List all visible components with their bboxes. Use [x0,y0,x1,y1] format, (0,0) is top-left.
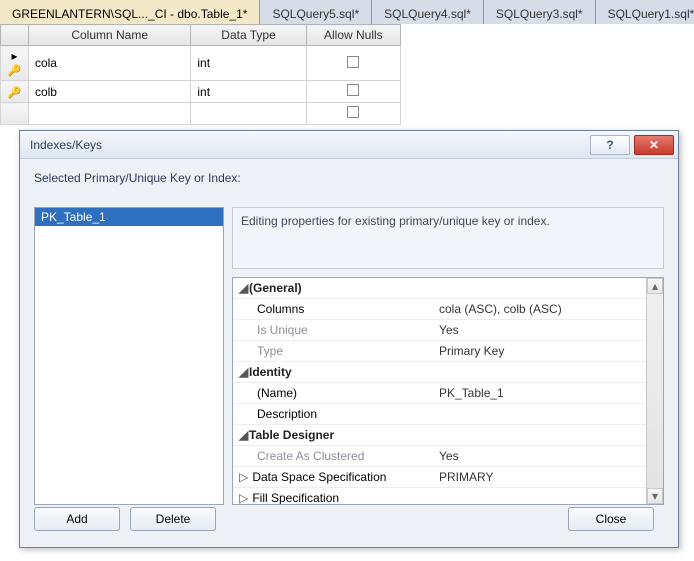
prop-type[interactable]: TypePrimary Key [233,341,646,362]
cell-allow-nulls[interactable] [306,81,400,103]
category-general[interactable]: ◢(General) [233,278,646,299]
tab-sqlquery5[interactable]: SQLQuery5.sql* [260,0,372,24]
help-icon: ? [606,138,613,152]
add-button[interactable]: Add [34,507,120,531]
delete-button[interactable]: Delete [130,507,216,531]
collapse-icon[interactable]: ◢ [239,281,249,295]
tab-sqlquery4[interactable]: SQLQuery4.sql* [372,0,484,24]
prop-columns[interactable]: Columnscola (ASC), colb (ASC) [233,299,646,320]
index-list[interactable]: PK_Table_1 [34,207,224,505]
dialog-body: Selected Primary/Unique Key or Index: PK… [20,159,678,547]
dialog-title: Indexes/Keys [30,138,590,152]
cell-data-type[interactable] [191,103,306,125]
checkbox-unchecked-icon[interactable] [347,56,359,68]
table-row[interactable]: 🔑 colb int [1,81,401,103]
header-column-name[interactable]: Column Name [28,25,190,46]
property-grid-scrollbar[interactable]: ▴ ▾ [646,278,663,504]
row-selector[interactable]: ▸🔑 [1,46,29,81]
current-row-arrow-icon: ▸ [11,49,17,63]
scroll-down-icon[interactable]: ▾ [647,488,663,504]
collapse-icon[interactable]: ◢ [239,365,249,379]
table-row[interactable]: ▸🔑 cola int [1,46,401,81]
expand-icon[interactable]: ▷ [239,470,249,484]
checkbox-unchecked-icon[interactable] [347,106,359,118]
row-selector[interactable]: 🔑 [1,81,29,103]
property-grid: ◢(General) Columnscola (ASC), colb (ASC)… [232,277,664,505]
description-panel: Editing properties for existing primary/… [232,207,664,269]
property-grid-inner: ◢(General) Columnscola (ASC), colb (ASC)… [233,278,646,504]
row-selector[interactable] [1,103,29,125]
category-identity[interactable]: ◢Identity [233,362,646,383]
tab-sqlquery1[interactable]: SQLQuery1.sql* [596,0,694,24]
help-button[interactable]: ? [590,135,630,155]
tab-sqlquery3[interactable]: SQLQuery3.sql* [484,0,596,24]
dialog-button-row: Add Delete Close [34,507,664,535]
collapse-icon[interactable]: ◢ [239,428,249,442]
row-header-blank [1,25,29,46]
scroll-up-icon[interactable]: ▴ [647,278,663,294]
indexes-keys-dialog: Indexes/Keys ? ✕ Selected Primary/Unique… [19,130,679,548]
cell-data-type[interactable]: int [191,46,306,81]
prop-name[interactable]: (Name)PK_Table_1 [233,383,646,404]
primary-key-icon: 🔑 [8,65,22,77]
close-icon: ✕ [649,138,659,152]
dialog-titlebar[interactable]: Indexes/Keys ? ✕ [20,131,678,159]
checkbox-unchecked-icon[interactable] [347,84,359,96]
cell-column-name[interactable] [28,103,190,125]
cell-data-type[interactable]: int [191,81,306,103]
close-window-button[interactable]: ✕ [634,135,674,155]
table-row[interactable] [1,103,401,125]
prop-create-as-clustered[interactable]: Create As ClusteredYes [233,446,646,467]
tab-table-designer[interactable]: GREENLANTERN\SQL..._CI - dbo.Table_1* [0,0,260,24]
cell-allow-nulls[interactable] [306,103,400,125]
tab-strip: GREENLANTERN\SQL..._CI - dbo.Table_1* SQ… [0,0,694,24]
close-button[interactable]: Close [568,507,654,531]
list-item[interactable]: PK_Table_1 [35,208,223,226]
expand-icon[interactable]: ▷ [239,491,249,504]
selected-key-label: Selected Primary/Unique Key or Index: [34,171,664,185]
prop-description[interactable]: Description [233,404,646,425]
header-data-type[interactable]: Data Type [191,25,306,46]
prop-data-space-spec[interactable]: ▷ Data Space SpecificationPRIMARY [233,467,646,488]
header-allow-nulls[interactable]: Allow Nulls [306,25,400,46]
cell-allow-nulls[interactable] [306,46,400,81]
primary-key-icon: 🔑 [8,87,22,99]
category-table-designer[interactable]: ◢Table Designer [233,425,646,446]
prop-is-unique[interactable]: Is UniqueYes [233,320,646,341]
prop-fill-spec[interactable]: ▷ Fill Specification [233,488,646,505]
table-designer-grid: Column Name Data Type Allow Nulls ▸🔑 col… [0,24,401,125]
cell-column-name[interactable]: cola [28,46,190,81]
cell-column-name[interactable]: colb [28,81,190,103]
